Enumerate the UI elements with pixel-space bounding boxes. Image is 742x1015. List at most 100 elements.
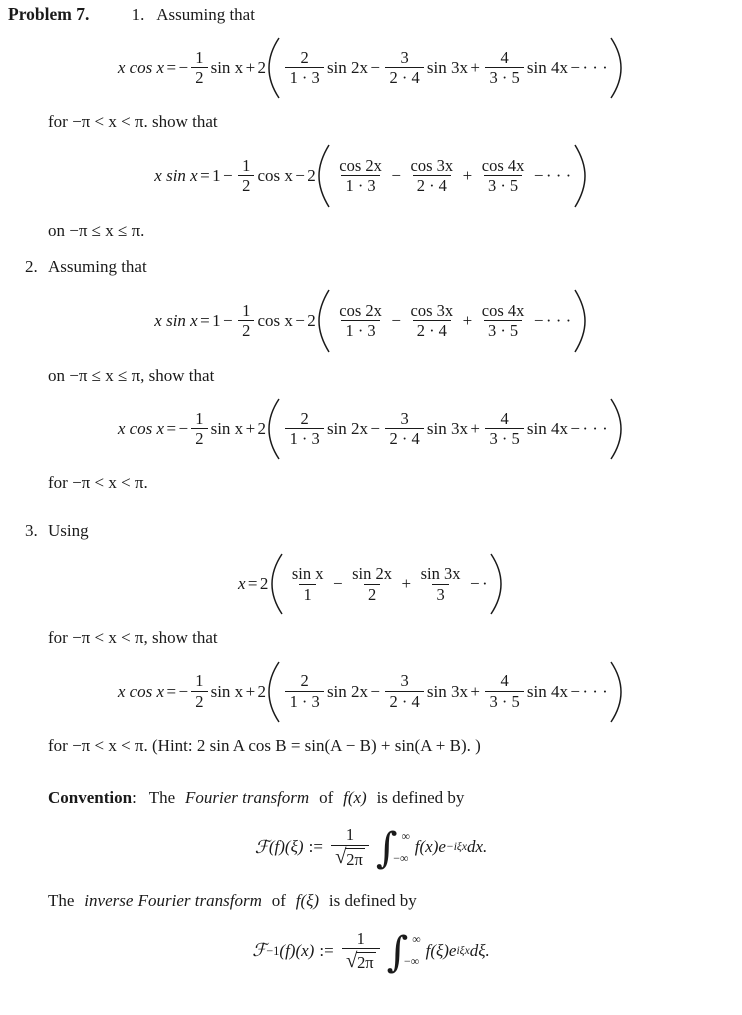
eq2-coefficient-fraction: 1 2 xyxy=(237,157,255,195)
eq2-fraction-1: cos 2x 1 · 3 xyxy=(339,155,382,196)
eq4-op3: + xyxy=(470,419,480,439)
eq5-op2: − xyxy=(333,574,343,594)
item-1-middle-text: for −π < x < π. show that xyxy=(48,111,218,131)
fourier-normalization-fraction: 1 √ 2π xyxy=(331,826,369,869)
eq1-lhs: x cos x xyxy=(117,57,165,77)
eq4-fn-1: sin 2x xyxy=(326,419,369,439)
item-1-intro: Assuming that xyxy=(156,5,255,24)
eq3-op3: + xyxy=(462,311,473,331)
eq1-fn-2: sin 3x xyxy=(426,57,468,77)
eq2-fraction-3: cos 4x 3 · 5 xyxy=(481,155,525,196)
sqrt-2pi: √ 2π xyxy=(345,948,376,972)
item-3-middle-text: for −π < x < π, show that xyxy=(48,628,218,648)
integral-symbol: ∫ ∞ −∞ xyxy=(387,930,421,971)
eq1-term1: sin x xyxy=(210,57,244,77)
eq1-fraction-2: 3 2 · 4 xyxy=(385,48,424,87)
eq4-sign: − xyxy=(178,419,189,439)
eq4-op1: + xyxy=(245,419,256,439)
eq3-rel: = xyxy=(200,311,210,331)
eq4-fn-2: sin 3x xyxy=(426,419,468,439)
eq6-fn-1: sin 2x xyxy=(326,681,369,701)
equation-fourier-transform: ℱ (f)(ξ) := 1 √ 2π ∫ ∞ −∞ f(x)e −iξx dx. xyxy=(254,823,488,873)
integral-upper-limit: ∞ xyxy=(412,932,421,947)
convention-term: Fourier transform xyxy=(185,787,310,807)
document-page: Problem 7. 1. Assuming that x cos x = − … xyxy=(0,0,742,1015)
inverse-post: is defined by xyxy=(328,891,417,911)
sqrt-2pi: √ 2π xyxy=(335,845,365,869)
eq6-outer-coef: 2 xyxy=(257,681,267,701)
right-paren-icon xyxy=(489,553,503,615)
eq5-fraction-1: sin x 1 xyxy=(291,564,324,604)
eq4-op2: − xyxy=(370,419,380,439)
eq3-op1: − xyxy=(295,311,305,331)
eq3-term1: cos x xyxy=(257,311,293,331)
eq6-fn-3: sin 4x xyxy=(526,681,568,701)
eq4-fraction-1: 2 1 · 3 xyxy=(285,410,324,448)
eq6-sign: − xyxy=(178,681,189,701)
inverse-mid: of xyxy=(271,891,286,911)
eq2-op0: − xyxy=(222,165,233,185)
eq5-op4: − xyxy=(470,574,480,594)
eq3-ellipsis: · · · xyxy=(545,311,572,331)
left-paren-icon xyxy=(270,553,284,615)
eq3-fraction-2: cos 3x 2 · 4 xyxy=(410,301,454,341)
item-3-intro: Using xyxy=(48,521,89,541)
eq3-op4: − xyxy=(533,311,544,331)
inverse-fourier-arguments: (f)(x) xyxy=(279,940,315,960)
eq3-lead: 1 xyxy=(212,311,221,331)
eq1-fn-1: sin 2x xyxy=(326,57,369,77)
inverse-fourier-integrand: f(ξ)e xyxy=(425,940,457,960)
eq2-fraction-2: cos 3x 2 · 4 xyxy=(410,155,454,196)
right-paren-icon xyxy=(609,661,623,723)
convention-arg: f(x) xyxy=(343,787,367,807)
integral-upper-limit: ∞ xyxy=(401,828,410,843)
eq6-fn-2: sin 3x xyxy=(426,681,468,701)
eq1-op4: − xyxy=(570,57,580,77)
eq4-fraction-2: 3 2 · 4 xyxy=(385,410,424,448)
eq4-lhs: x cos x xyxy=(117,419,165,439)
item-3-closing-hint: for −π < x < π. (Hint: 2 sin A cos B = s… xyxy=(48,735,481,755)
eq3-lhs: x sin x xyxy=(154,311,198,331)
eq5-fraction-2: sin 2x 2 xyxy=(352,564,392,604)
fourier-integrand: f(x)e xyxy=(414,837,446,857)
eq4-op4: − xyxy=(570,419,580,439)
convention-post: is defined by xyxy=(376,787,465,807)
eq4-fn-3: sin 4x xyxy=(526,419,568,439)
eq3-outer-coef: 2 xyxy=(307,311,316,331)
equation-inverse-fourier-transform: ℱ −1 (f)(x) := 1 √ 2π ∫ ∞ −∞ f(ξ)e iξx d… xyxy=(252,926,490,976)
eq2-op3: + xyxy=(462,165,473,185)
item-2-closing-text: for −π < x < π. xyxy=(48,473,148,493)
left-paren-icon xyxy=(317,289,331,353)
eq6-op1: + xyxy=(245,681,256,701)
eq5-rel: = xyxy=(247,574,258,594)
convention-colon: : xyxy=(132,787,137,807)
eq4-rel: = xyxy=(166,419,177,439)
list-marker-1: 1. xyxy=(131,5,145,24)
convention-mid: of xyxy=(319,787,334,807)
eq4-coefficient-fraction: 1 2 xyxy=(191,410,208,448)
problem-header: Problem 7. 1. Assuming that xyxy=(0,0,742,26)
inverse-arg: f(ξ) xyxy=(295,891,320,911)
inverse-term: inverse Fourier transform xyxy=(84,891,262,911)
integral-lower-limit: −∞ xyxy=(393,850,409,865)
inverse-fourier-differential: dξ. xyxy=(469,940,490,960)
inverse-fourier-assign: := xyxy=(319,940,334,960)
eq1-fraction-3: 4 3 · 5 xyxy=(485,48,524,87)
eq6-rel: = xyxy=(166,681,177,701)
eq4-outer-coef: 2 xyxy=(257,419,267,439)
eq1-op1: + xyxy=(245,57,256,77)
fourier-assign: := xyxy=(308,837,323,857)
left-paren-icon xyxy=(267,398,281,460)
eq1-sign: − xyxy=(178,57,189,77)
eq1-rel: = xyxy=(166,57,177,77)
equation-x-series: x = 2 sin x 1 − sin 2x 2 + sin 3x 3 − · xyxy=(0,553,742,615)
eq6-term1: sin x xyxy=(210,681,244,701)
eq3-op2: − xyxy=(391,311,401,331)
eq1-op2: − xyxy=(370,57,380,77)
eq6-fraction-2: 3 2 · 4 xyxy=(385,672,424,710)
list-marker-2: 2. xyxy=(25,257,38,277)
eq1-fn-3: sin 4x xyxy=(526,57,568,77)
fourier-differential: dx. xyxy=(467,837,488,857)
equation-x-sin-x-1: x sin x = 1 − 1 2 cos x − 2 cos 2x 1 · 3… xyxy=(0,144,742,208)
eq4-term1: sin x xyxy=(210,419,244,439)
